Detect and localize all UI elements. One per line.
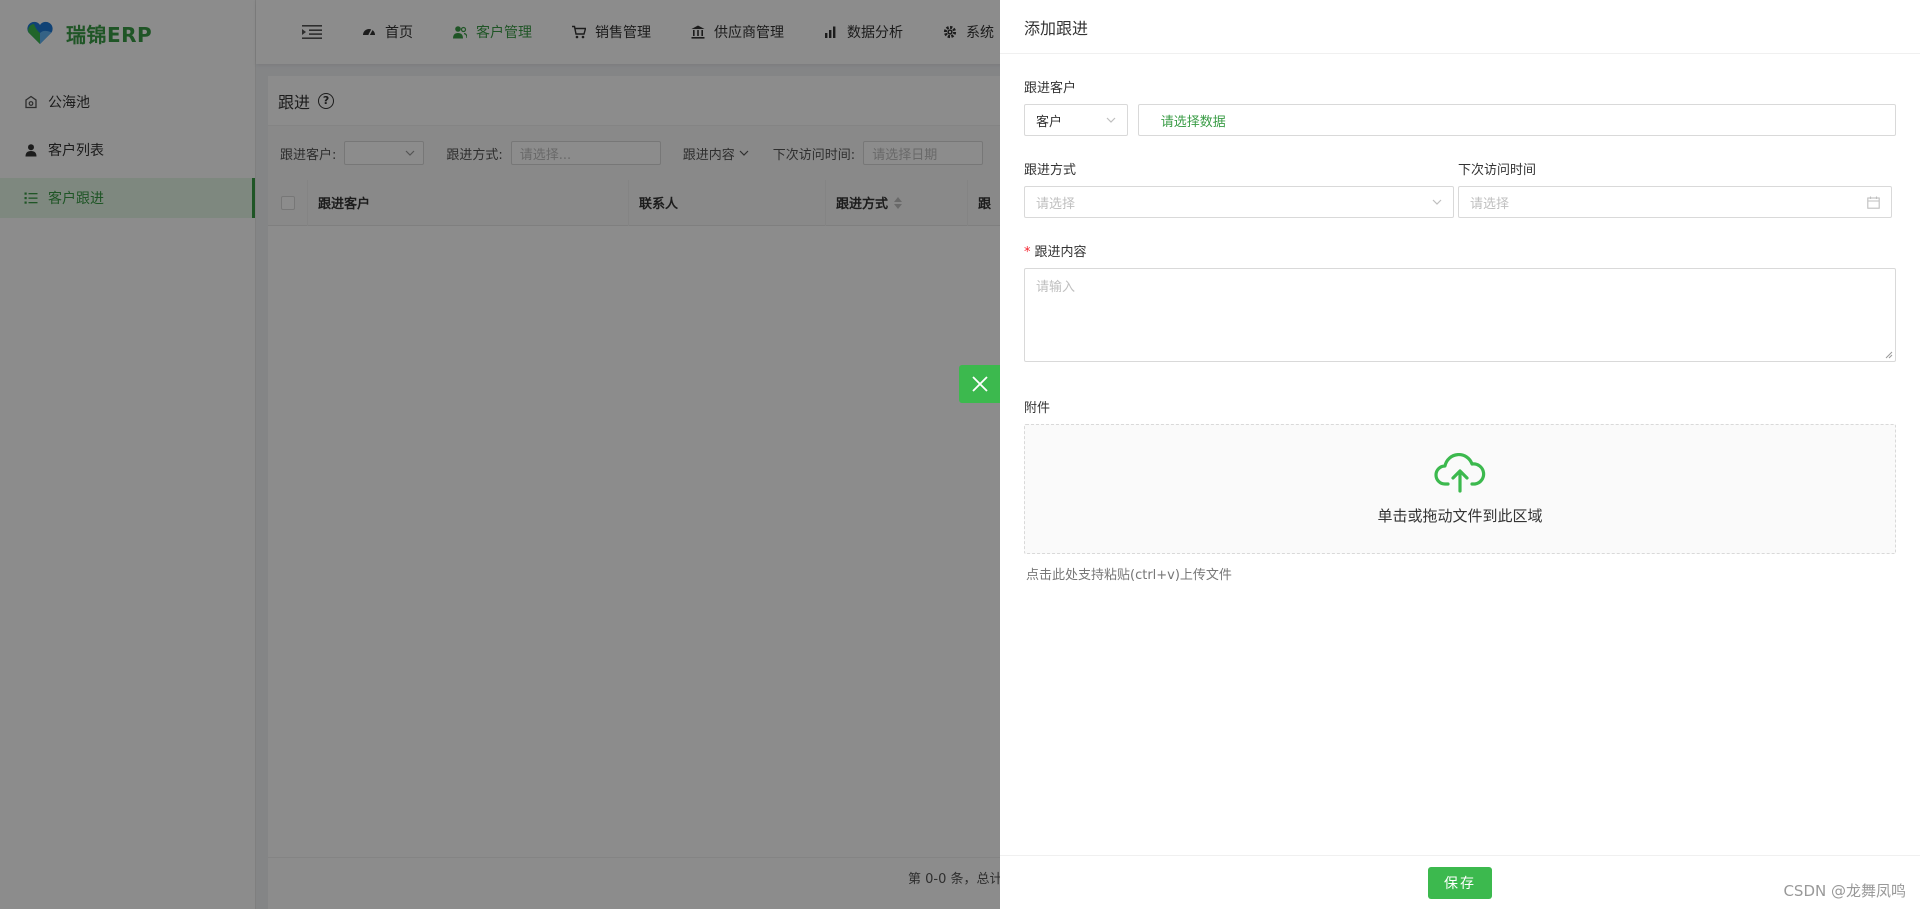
form-item-customer: 跟进客户 客户 请选择数据: [1024, 78, 1896, 136]
resize-handle-icon[interactable]: [1885, 351, 1893, 359]
save-button[interactable]: 保存: [1428, 866, 1492, 899]
form-item-next-visit: 下次访问时间 请选择: [1458, 160, 1896, 218]
drawer-title: 添加跟进: [1000, 0, 1920, 54]
form-item-attachment: 附件 单击或拖动文件到此区域 点击此处支持粘贴(ctrl+v)上传文件: [1024, 398, 1896, 583]
method-placeholder: 请选择: [1036, 196, 1076, 212]
upload-dropzone[interactable]: 单击或拖动文件到此区域: [1024, 424, 1896, 554]
calendar-icon: [1867, 196, 1880, 209]
close-icon: [971, 376, 988, 392]
watermark: CSDN @龙舞凤鸣: [1783, 882, 1906, 900]
content-placeholder: 请输入: [1036, 280, 1076, 295]
content-textarea[interactable]: 请输入: [1024, 268, 1896, 362]
next-visit-placeholder: 请选择: [1470, 196, 1510, 212]
customer-label: 跟进客户: [1024, 81, 1077, 96]
chevron-down-icon: [1432, 199, 1442, 205]
drawer-close-button[interactable]: [959, 365, 1000, 403]
required-mark: *: [1024, 245, 1031, 260]
customer-input-group: 客户 请选择数据: [1024, 104, 1896, 136]
next-visit-label: 下次访问时间: [1458, 163, 1537, 178]
paste-upload-hint[interactable]: 点击此处支持粘贴(ctrl+v)上传文件: [1024, 564, 1896, 583]
cloud-upload-icon: [1434, 452, 1486, 493]
content-label-row: * 跟进内容: [1024, 242, 1896, 264]
content-label: 跟进内容: [1034, 245, 1087, 260]
followup-form: 跟进客户 客户 请选择数据 跟进方式 请选择 下次访问时间 请选择 * 跟进内容…: [1000, 78, 1920, 583]
next-visit-date-picker[interactable]: 请选择: [1458, 186, 1892, 218]
customer-data-placeholder: 请选择数据: [1160, 114, 1226, 130]
chevron-down-icon: [1106, 117, 1116, 123]
customer-type-select[interactable]: 客户: [1024, 104, 1128, 136]
customer-data-select[interactable]: 请选择数据: [1137, 104, 1896, 136]
method-select[interactable]: 请选择: [1024, 186, 1454, 218]
drawer-footer: 保存: [1000, 855, 1920, 909]
form-item-content: * 跟进内容 请输入: [1024, 242, 1896, 362]
method-label: 跟进方式: [1024, 163, 1077, 178]
customer-type-value: 客户: [1036, 114, 1063, 130]
form-item-method: 跟进方式 请选择: [1024, 160, 1458, 218]
add-followup-drawer: 添加跟进 跟进客户 客户 请选择数据 跟进方式 请选择 下次访问时间 请选择 *…: [1000, 0, 1920, 909]
form-row-method-visit: 跟进方式 请选择 下次访问时间 请选择: [1024, 160, 1896, 218]
attachment-label: 附件: [1024, 401, 1051, 416]
upload-text: 单击或拖动文件到此区域: [1377, 506, 1543, 525]
